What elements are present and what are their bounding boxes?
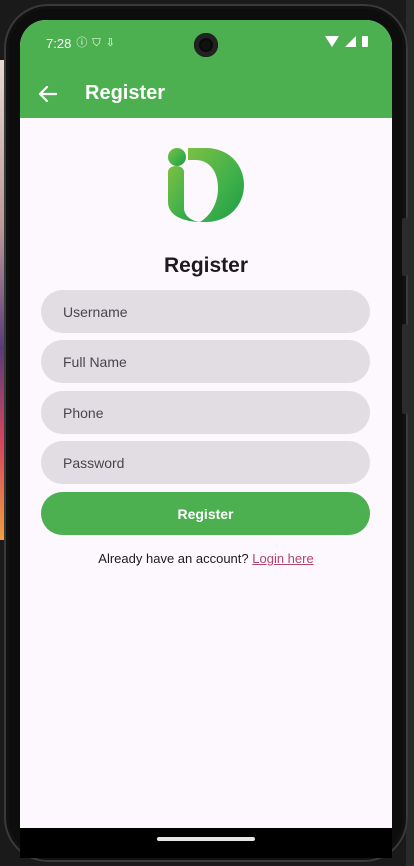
username-input[interactable] bbox=[41, 290, 370, 333]
status-time: 7:28 bbox=[46, 36, 72, 51]
wifi-icon bbox=[325, 36, 339, 47]
login-prompt: Already have an account? Login here bbox=[20, 551, 392, 566]
login-link[interactable]: Login here bbox=[252, 551, 313, 566]
phone-input[interactable] bbox=[41, 391, 370, 434]
password-input[interactable] bbox=[41, 441, 370, 484]
back-button[interactable] bbox=[34, 80, 62, 108]
fullname-input[interactable] bbox=[41, 340, 370, 383]
front-camera bbox=[194, 33, 218, 57]
login-prompt-text: Already have an account? bbox=[98, 551, 249, 566]
appbar-title: Register bbox=[85, 82, 166, 104]
volume-button bbox=[402, 218, 408, 276]
signal-icon bbox=[345, 36, 356, 47]
app-bar: Register bbox=[20, 70, 392, 118]
status-right bbox=[325, 36, 368, 47]
home-gesture-handle[interactable] bbox=[157, 837, 255, 841]
page-title: Register bbox=[163, 254, 249, 277]
navigation-bar bbox=[20, 828, 392, 858]
power-button bbox=[402, 324, 408, 414]
app-screen: 7:28 ⓘ ⛉ ⇩ Register Register Username Fu… bbox=[20, 20, 392, 828]
battery-icon bbox=[362, 36, 368, 47]
download-icon: ⇩ bbox=[105, 37, 115, 49]
status-bar: 7:28 ⓘ ⛉ ⇩ bbox=[20, 20, 392, 70]
app-logo bbox=[168, 148, 244, 222]
arrow-left-icon bbox=[39, 86, 57, 102]
shield-icon: ⛉ bbox=[92, 37, 101, 49]
info-icon: ⓘ bbox=[76, 37, 88, 49]
status-left: 7:28 ⓘ ⛉ ⇩ bbox=[46, 36, 115, 51]
register-button[interactable]: Register bbox=[41, 492, 370, 535]
